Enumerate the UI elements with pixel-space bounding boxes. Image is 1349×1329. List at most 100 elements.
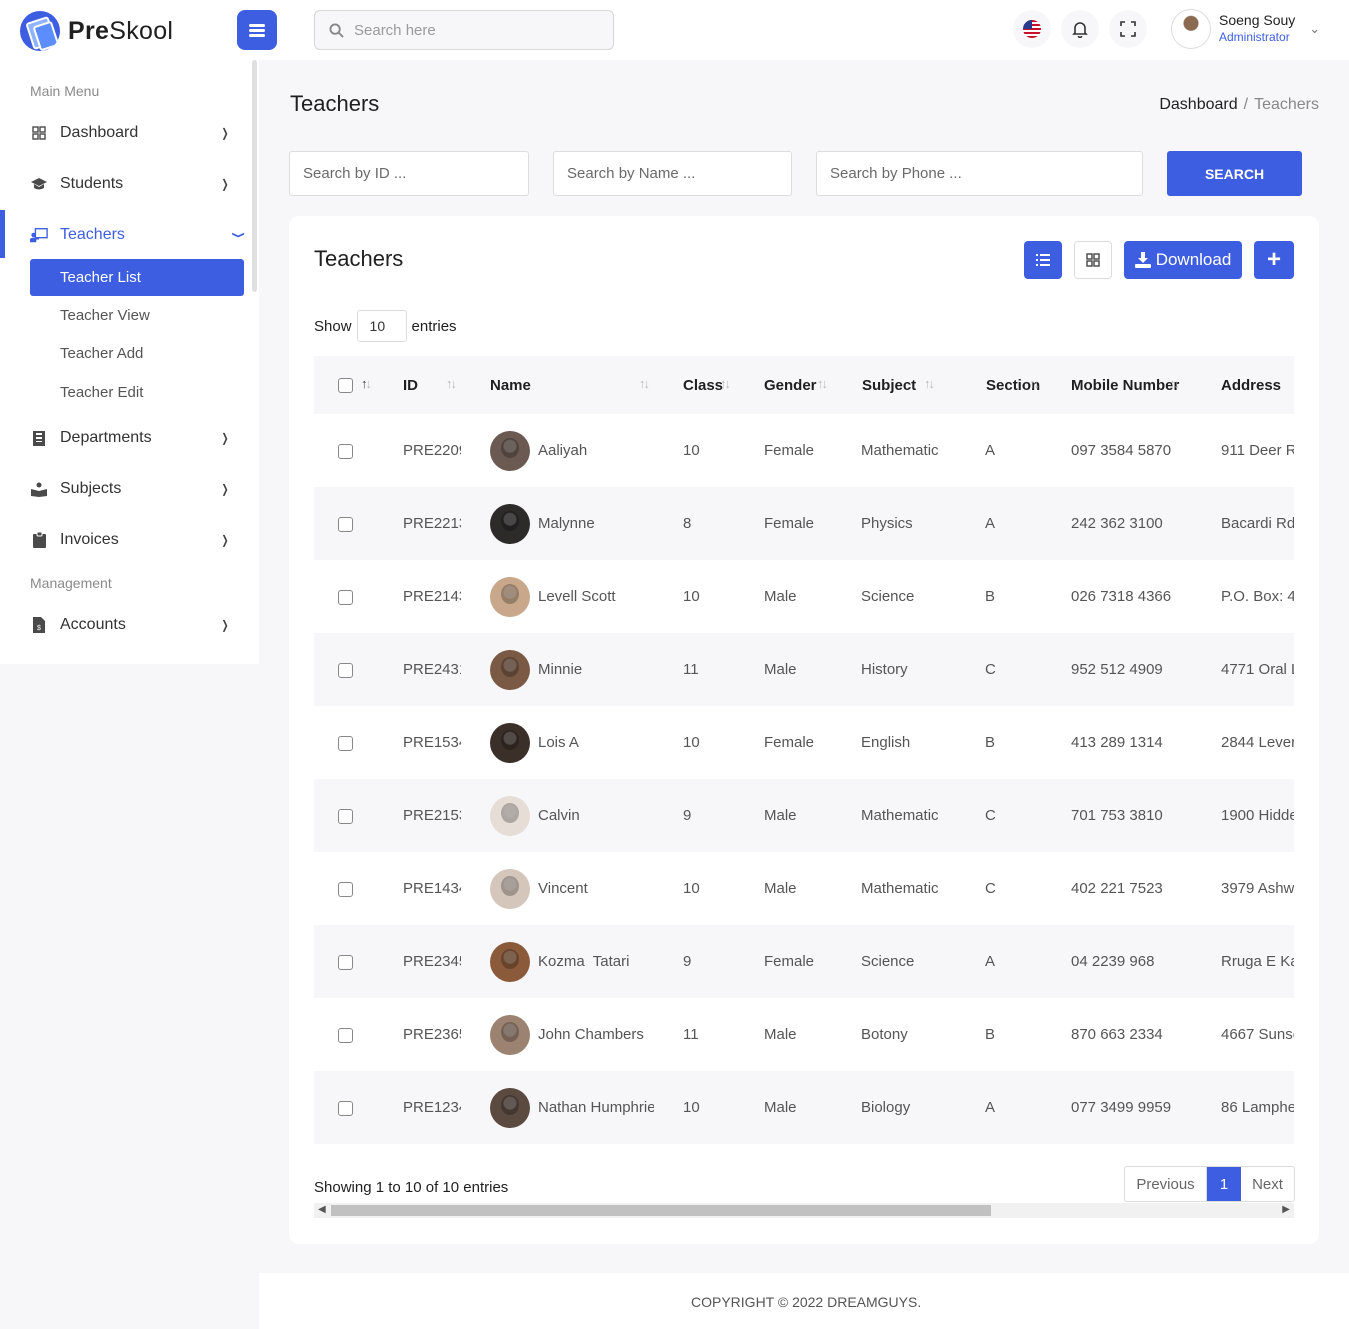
search-by-id-input[interactable] xyxy=(289,151,529,196)
row-checkbox[interactable] xyxy=(338,443,353,459)
user-menu[interactable]: Soeng Souy Administrator ⌄ xyxy=(1171,9,1320,49)
teacher-name[interactable]: Kozma Tatari xyxy=(538,953,629,970)
row-checkbox[interactable] xyxy=(338,881,353,897)
teacher-name[interactable]: Lois A xyxy=(538,734,579,751)
add-teacher-button[interactable]: + xyxy=(1254,241,1294,279)
scrollbar-thumb[interactable] xyxy=(331,1205,991,1216)
teacher-name-cell[interactable]: Nathan Humphries xyxy=(490,1087,654,1128)
col-header-address[interactable]: Address xyxy=(1184,356,1294,414)
table-row[interactable]: PRE2213 Malynne 8 Female Physics A 242 362 310… xyxy=(314,487,1294,560)
teacher-avatar[interactable] xyxy=(490,868,530,909)
row-checkbox[interactable] xyxy=(338,954,353,970)
sort-icon[interactable]: ↑↓ xyxy=(361,376,372,391)
row-checkbox[interactable] xyxy=(338,1100,353,1116)
col-header-subject[interactable]: Subject ↑↓ xyxy=(832,356,939,414)
teacher-name[interactable]: Aaliyah xyxy=(538,442,587,459)
col-header-mobile[interactable]: Mobile Number ↑↓ xyxy=(1034,356,1184,414)
table-row[interactable]: PRE2431 Minnie 11 Male History C 952 512 4909 4… xyxy=(314,633,1294,706)
search-by-phone-input[interactable] xyxy=(816,151,1143,196)
sidebar-subitem-teacher-add[interactable]: Teacher Add xyxy=(30,335,244,372)
teacher-avatar[interactable] xyxy=(490,722,530,763)
scroll-left-arrow-icon[interactable]: ◀ xyxy=(318,1204,326,1215)
teacher-avatar[interactable] xyxy=(490,1087,530,1128)
sidebar-item-subjects[interactable]: Subjects ❯ xyxy=(30,474,230,504)
table-row[interactable]: PRE2143 Levell Scott 10 Male Science B 026 731… xyxy=(314,560,1294,633)
table-row[interactable]: PRE1234 Nathan Humphries 10 Male Biology A 077… xyxy=(314,1071,1294,1144)
search-input[interactable] xyxy=(354,21,594,39)
sidebar-item-departments[interactable]: Departments ❯ xyxy=(30,423,230,453)
col-header-name[interactable]: Name ↑↓ xyxy=(461,356,654,414)
sidebar-subitem-teacher-edit[interactable]: Teacher Edit xyxy=(30,374,244,411)
teacher-avatar[interactable] xyxy=(490,795,530,836)
page-1-button[interactable]: 1 xyxy=(1207,1167,1241,1201)
table-row[interactable]: PRE1534 Lois A 10 Female English B 413 289 131… xyxy=(314,706,1294,779)
teacher-name-cell[interactable]: Levell Scott xyxy=(490,576,654,617)
teacher-name[interactable]: Nathan Humphries xyxy=(538,1099,654,1116)
search-button[interactable]: SEARCH xyxy=(1167,151,1302,196)
list-view-button[interactable] xyxy=(1024,241,1062,279)
sort-icon[interactable]: ↑↓ xyxy=(924,376,935,391)
teacher-name-cell[interactable]: Vincent xyxy=(490,868,654,909)
entries-select[interactable]: 10 xyxy=(356,310,407,342)
logo[interactable]: PreSkool xyxy=(20,11,173,51)
table-row[interactable]: PRE2365 John Chambers 11 Male Botony B 870 663… xyxy=(314,998,1294,1071)
sidebar-item-accounts[interactable]: $ Accounts ❯ xyxy=(30,610,230,640)
sidebar-item-invoices[interactable]: Invoices ❯ xyxy=(30,525,230,555)
col-header-gender[interactable]: Gender ↑↓ xyxy=(735,356,832,414)
col-header-id[interactable]: ID ↑↓ xyxy=(374,356,461,414)
teacher-avatar[interactable] xyxy=(490,941,530,982)
teacher-avatar[interactable] xyxy=(490,649,530,690)
col-header-class[interactable]: Class ↑↓ xyxy=(654,356,735,414)
sort-icon[interactable]: ↑↓ xyxy=(1169,376,1180,391)
teacher-name[interactable]: Malynne xyxy=(538,515,595,532)
sort-icon[interactable]: ↑↓ xyxy=(446,376,457,391)
sidebar-item-dashboard[interactable]: Dashboard ❯ xyxy=(30,118,230,148)
teacher-name[interactable]: John Chambers xyxy=(538,1026,644,1043)
teacher-avatar[interactable] xyxy=(490,1014,530,1055)
col-header-section[interactable]: Section ↑↓ xyxy=(939,356,1040,414)
breadcrumb-home[interactable]: Dashboard xyxy=(1159,96,1237,113)
sort-icon[interactable]: ↑↓ xyxy=(720,376,731,391)
next-page-button[interactable]: Next xyxy=(1241,1167,1294,1201)
row-checkbox[interactable] xyxy=(338,735,353,751)
notifications-button[interactable] xyxy=(1061,10,1099,48)
previous-page-button[interactable]: Previous xyxy=(1125,1167,1207,1201)
teacher-name-cell[interactable]: Calvin xyxy=(490,795,654,836)
sort-icon[interactable]: ↑↓ xyxy=(817,376,828,391)
row-checkbox[interactable] xyxy=(338,808,353,824)
teacher-name[interactable]: Vincent xyxy=(538,880,588,897)
sort-icon[interactable]: ↑↓ xyxy=(639,376,650,391)
sidebar-subitem-teacher-view[interactable]: Teacher View xyxy=(30,297,244,334)
select-all-checkbox[interactable] xyxy=(338,378,353,394)
sidebar-subitem-teacher-list[interactable]: Teacher List xyxy=(30,259,244,296)
row-checkbox[interactable] xyxy=(338,516,353,532)
language-button[interactable] xyxy=(1013,10,1051,48)
teachers-table-wrapper[interactable]: ↑↓ ID ↑↓ Name ↑↓ Class ↑↓ Gender ↑↓ Subject ↑… xyxy=(314,356,1294,1146)
teacher-name-cell[interactable]: Minnie xyxy=(490,649,654,690)
teacher-name[interactable]: Calvin xyxy=(538,807,580,824)
teacher-name-cell[interactable]: John Chambers xyxy=(490,1014,654,1055)
teacher-name-cell[interactable]: Malynne xyxy=(490,503,654,544)
menu-toggle-button[interactable] xyxy=(237,10,277,50)
teacher-name-cell[interactable]: Kozma Tatari xyxy=(490,941,654,982)
row-checkbox[interactable] xyxy=(338,1027,353,1043)
horizontal-scrollbar[interactable]: ◀ ▶ xyxy=(314,1203,1294,1218)
chevron-down-icon[interactable]: ⌄ xyxy=(1309,21,1320,37)
teacher-name[interactable]: Minnie xyxy=(538,661,582,678)
table-row[interactable]: PRE2345 Kozma Tatari 9 Female Science A 04 223… xyxy=(314,925,1294,998)
table-row[interactable]: PRE2153 Calvin 9 Male Mathematics C 701 753 38… xyxy=(314,779,1294,852)
teacher-avatar[interactable] xyxy=(490,503,530,544)
teacher-avatar[interactable] xyxy=(490,430,530,471)
teacher-name[interactable]: Levell Scott xyxy=(538,588,616,605)
sidebar-item-students[interactable]: Students ❯ xyxy=(30,169,230,199)
grid-view-button[interactable] xyxy=(1074,241,1112,279)
row-checkbox[interactable] xyxy=(338,662,353,678)
teacher-name-cell[interactable]: Lois A xyxy=(490,722,654,763)
table-row[interactable]: PRE1434 Vincent 10 Male Mathematics C 402 221 … xyxy=(314,852,1294,925)
sidebar-item-teachers[interactable]: Teachers ❯ xyxy=(30,220,246,250)
teacher-avatar[interactable] xyxy=(490,576,530,617)
table-row[interactable]: PRE2209 Aaliyah 10 Female Mathematics A 097 35… xyxy=(314,414,1294,487)
download-button[interactable]: Download xyxy=(1124,241,1242,279)
search-by-name-input[interactable] xyxy=(553,151,792,196)
scroll-right-arrow-icon[interactable]: ▶ xyxy=(1282,1204,1290,1215)
